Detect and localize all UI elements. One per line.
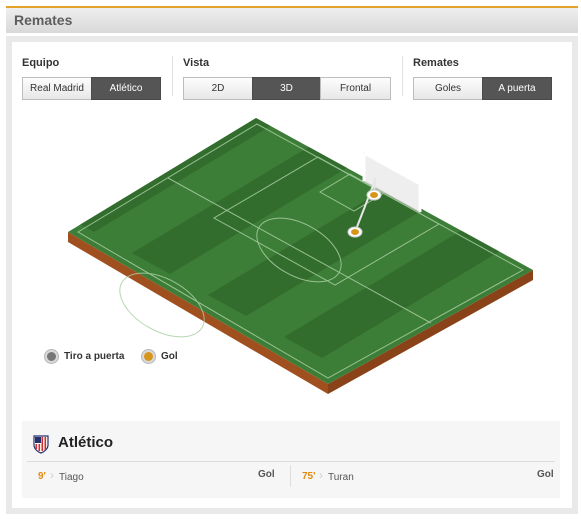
legend-shot-on-target: Tiro a puerta	[45, 350, 124, 363]
chevron-right-icon: ›	[319, 468, 323, 482]
goal-marker[interactable]	[366, 189, 382, 201]
goal-event: 9' › Tiago Gol	[38, 465, 288, 489]
event-type: Gol	[258, 469, 275, 480]
event-minute: 75'	[302, 471, 316, 482]
event-type: Gol	[537, 469, 554, 480]
shots-widget: Remates Equipo Real Madrid Atlético Vist…	[0, 0, 581, 521]
widget-content: Equipo Real Madrid Atlético Vista 2D 3D …	[12, 42, 572, 508]
goal-event: 75' › Turan Gol	[302, 465, 554, 489]
goal-dot-icon	[142, 350, 155, 363]
team-name: Atlético	[58, 434, 114, 451]
event-player: Turan	[328, 472, 354, 483]
goal-marker[interactable]	[347, 226, 363, 238]
shot-on-target-dot-icon	[45, 350, 58, 363]
chevron-right-icon: ›	[50, 468, 54, 482]
legend-label: Tiro a puerta	[64, 351, 125, 362]
widget-panel: Equipo Real Madrid Atlético Vista 2D 3D …	[6, 36, 578, 514]
widget-header: Remates	[6, 6, 578, 33]
event-divider	[290, 465, 291, 487]
legend-goal: Gol	[142, 350, 178, 363]
widget-title: Remates	[14, 12, 73, 28]
team-divider	[27, 461, 555, 462]
team-summary: Atlético 9' › Tiago Gol 75' › Turan Gol	[22, 421, 560, 498]
event-player: Tiago	[59, 472, 84, 483]
event-minute: 9'	[38, 471, 46, 482]
team-crest-icon	[33, 435, 49, 454]
legend-label: Gol	[161, 351, 178, 362]
